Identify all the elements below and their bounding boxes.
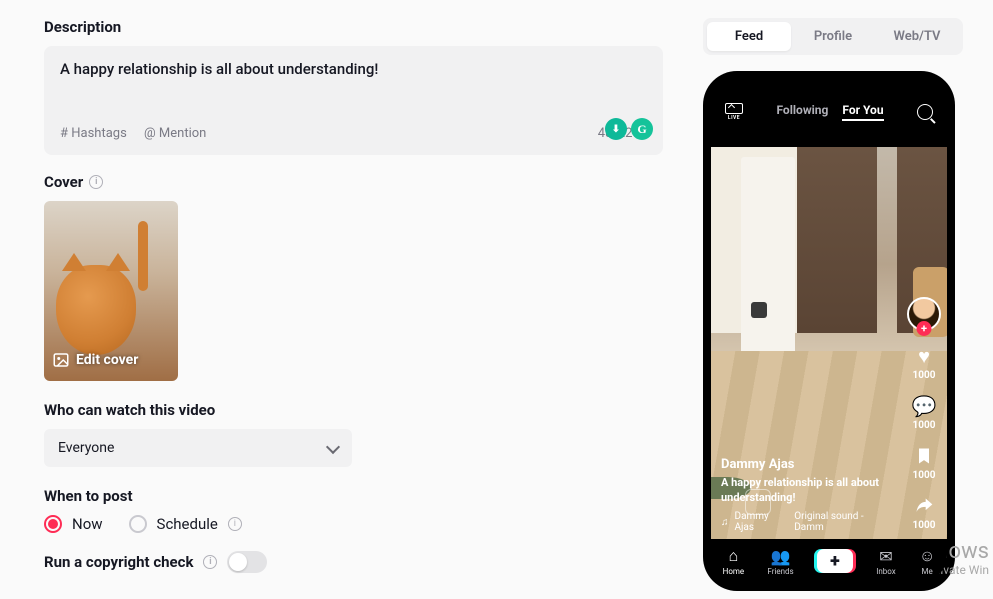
phone-preview: LIVE Following For You — [703, 71, 955, 591]
visibility-title: Who can watch this video — [44, 401, 663, 419]
comment-icon: 💬 — [911, 393, 937, 419]
when-to-post-title: When to post — [44, 487, 663, 505]
description-text[interactable]: A happy relationship is all about unders… — [60, 60, 647, 78]
like-icon: ♥ — [911, 343, 937, 369]
phone-notch — [781, 79, 877, 101]
info-icon[interactable]: i — [203, 555, 217, 569]
preview-caption: A happy relationship is all about unders… — [721, 476, 891, 505]
share-count: 1000 — [913, 520, 936, 531]
radio-now[interactable]: Now — [44, 515, 103, 533]
nav-friends: 👥Friends — [767, 547, 793, 576]
copyright-toggle[interactable] — [227, 551, 267, 573]
live-icon: LIVE — [725, 103, 743, 121]
hashtags-button[interactable]: # Hashtags — [60, 126, 127, 141]
tab-webtv[interactable]: Web/TV — [875, 22, 959, 51]
save-count: 1000 — [913, 470, 936, 481]
visibility-select[interactable]: Everyone — [44, 429, 352, 467]
nav-me: ☺Me — [919, 546, 935, 576]
cover-title: Cover i — [44, 173, 663, 191]
radio-schedule[interactable]: Schedule i — [129, 515, 242, 533]
info-icon[interactable]: i — [228, 517, 242, 531]
search-icon — [917, 104, 933, 120]
preview-tabs: Feed Profile Web/TV — [703, 18, 963, 55]
preview-username: Dammy Ajas — [721, 457, 891, 472]
description-box[interactable]: A happy relationship is all about unders… — [44, 46, 663, 155]
tab-profile[interactable]: Profile — [791, 22, 875, 51]
cover-thumbnail[interactable]: Edit cover — [44, 201, 178, 381]
green-download-badge[interactable] — [605, 118, 627, 140]
mention-button[interactable]: @ Mention — [144, 126, 206, 141]
description-title: Description — [44, 18, 663, 36]
preview-sound: ♫ Dammy Ajas Original sound - Damm — [721, 511, 891, 533]
info-icon[interactable]: i — [89, 175, 103, 189]
share-icon — [911, 493, 937, 519]
image-icon — [52, 351, 70, 369]
nav-create: + — [817, 549, 853, 573]
phone-tab-following: Following — [776, 103, 828, 121]
phone-tab-foryou: For You — [842, 103, 883, 121]
nav-home: ⌂Home — [723, 546, 745, 576]
radio-now-indicator — [44, 515, 62, 533]
chevron-down-icon — [326, 439, 340, 453]
radio-schedule-indicator — [129, 515, 147, 533]
tab-feed[interactable]: Feed — [707, 22, 791, 51]
comment-count: 1000 — [913, 420, 936, 431]
nav-inbox: ✉Inbox — [876, 547, 896, 576]
edit-cover-button[interactable]: Edit cover — [52, 351, 138, 369]
visibility-selected: Everyone — [58, 440, 114, 456]
save-icon — [911, 443, 937, 469]
copyright-title: Run a copyright check — [44, 553, 193, 571]
grammarly-badge[interactable] — [631, 118, 653, 140]
avatar — [907, 297, 941, 331]
like-count: 1000 — [913, 370, 936, 381]
